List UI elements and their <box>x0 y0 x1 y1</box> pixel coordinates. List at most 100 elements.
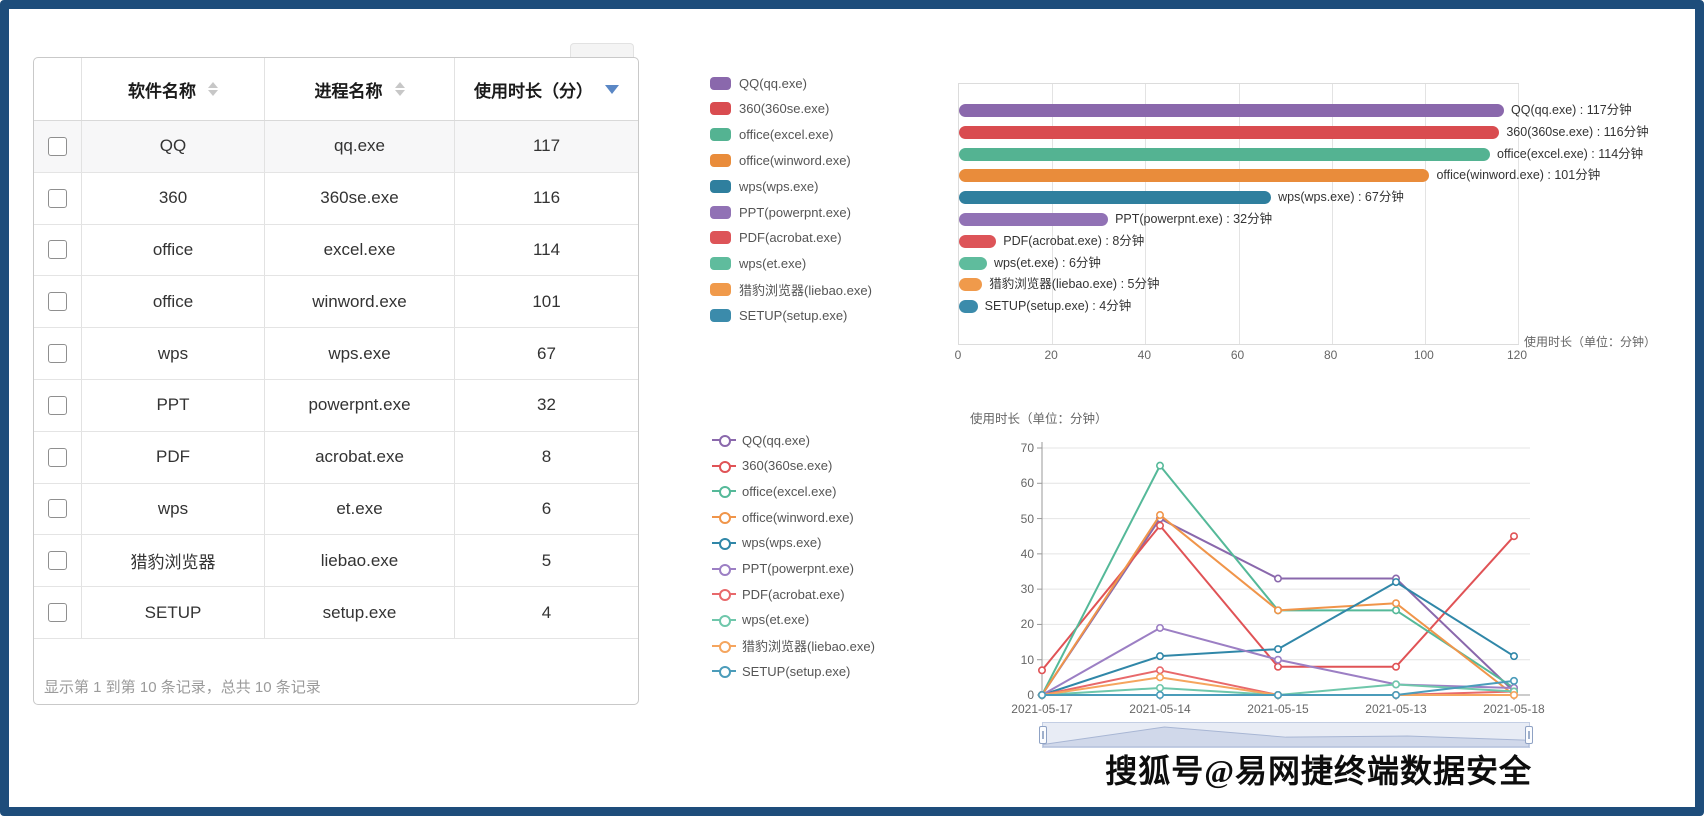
y-tick-label: 70 <box>1002 441 1034 455</box>
row-checkbox-cell <box>34 121 82 172</box>
table-header-minutes[interactable]: 使用时长（分） <box>455 58 638 120</box>
table-row[interactable]: wpswps.exe67 <box>34 328 638 380</box>
bar-value-label: office(winword.exe) : 101分钟 <box>1436 169 1600 182</box>
data-zoom-left-handle[interactable] <box>1039 726 1047 744</box>
table-row[interactable]: 360360se.exe116 <box>34 173 638 225</box>
row-checkbox[interactable] <box>48 137 67 156</box>
bar-value-label: office(excel.exe) : 114分钟 <box>1497 148 1643 161</box>
cell-minutes: 8 <box>455 432 638 483</box>
legend-swatch <box>710 283 731 296</box>
row-checkbox[interactable] <box>48 344 67 363</box>
row-checkbox[interactable] <box>48 292 67 311</box>
data-zoom-slider[interactable] <box>1042 722 1530 748</box>
data-point <box>1157 462 1163 468</box>
data-point <box>1157 692 1163 698</box>
table-header-process[interactable]: 进程名称 <box>265 58 455 120</box>
legend-swatch <box>710 309 731 322</box>
cell-minutes: 32 <box>455 380 638 431</box>
bar-legend-item[interactable]: SETUP(setup.exe) <box>710 307 847 323</box>
cell-minutes: 116 <box>455 173 638 224</box>
bar-value-label: wps(et.exe) : 6分钟 <box>994 257 1101 270</box>
x-tick-label: 2021-05-14 <box>1114 702 1206 716</box>
cell-software-name: PPT <box>82 380 265 431</box>
table-header-checkbox-cell <box>34 58 82 120</box>
data-point <box>1157 674 1163 680</box>
data-point <box>1157 653 1163 659</box>
cell-process-name: et.exe <box>265 484 455 535</box>
cell-software-name: 猎豹浏览器 <box>82 535 265 586</box>
bar-5 <box>959 213 1108 226</box>
cell-minutes: 114 <box>455 225 638 276</box>
data-point <box>1275 575 1281 581</box>
bar-chart-axis-title: 使用时长（单位：分钟） <box>1524 333 1656 350</box>
data-point <box>1157 512 1163 518</box>
sort-updown-icon[interactable] <box>208 82 218 96</box>
data-zoom-area-shape <box>1043 727 1529 747</box>
sort-down-arrow <box>395 90 405 96</box>
legend-swatch <box>710 128 731 141</box>
data-point <box>1275 692 1281 698</box>
bar-9 <box>959 300 978 313</box>
legend-swatch <box>710 180 731 193</box>
data-point <box>1157 522 1163 528</box>
row-checkbox[interactable] <box>48 603 67 622</box>
row-checkbox[interactable] <box>48 189 67 208</box>
row-checkbox[interactable] <box>48 396 67 415</box>
data-point <box>1393 600 1399 606</box>
bar-legend-item[interactable]: office(excel.exe) <box>710 127 833 143</box>
bar-value-label: PPT(powerpnt.exe) : 32分钟 <box>1115 213 1272 226</box>
bar-legend-item[interactable]: PPT(powerpnt.exe) <box>710 204 851 220</box>
table-row[interactable]: SETUPsetup.exe4 <box>34 587 638 639</box>
legend-label: PPT(powerpnt.exe) <box>739 205 851 220</box>
data-point <box>1039 667 1045 673</box>
bar-2 <box>959 148 1490 161</box>
row-checkbox-cell <box>34 380 82 431</box>
legend-label: QQ(qq.exe) <box>739 76 807 91</box>
bar-legend-item[interactable]: PDF(acrobat.exe) <box>710 230 842 246</box>
legend-swatch <box>710 231 731 244</box>
row-checkbox[interactable] <box>48 240 67 259</box>
row-checkbox[interactable] <box>48 499 67 518</box>
row-checkbox[interactable] <box>48 551 67 570</box>
table-pagination-info: 显示第 1 到第 10 条记录，总共 10 条记录 <box>44 676 321 697</box>
data-point <box>1039 692 1045 698</box>
bar-legend-item[interactable]: office(winword.exe) <box>710 152 851 168</box>
data-point <box>1275 664 1281 670</box>
table-row[interactable]: officeexcel.exe114 <box>34 225 638 277</box>
legend-swatch <box>710 206 731 219</box>
bar-legend-item[interactable]: wps(wps.exe) <box>710 178 818 194</box>
table-header-software[interactable]: 软件名称 <box>82 58 265 120</box>
gridline <box>1332 84 1333 344</box>
bar-legend-item[interactable]: wps(et.exe) <box>710 256 806 272</box>
x-tick-label: 2021-05-15 <box>1232 702 1324 716</box>
cell-software-name: 360 <box>82 173 265 224</box>
bar-8 <box>959 278 982 291</box>
bar-legend-item[interactable]: 360(360se.exe) <box>710 101 829 117</box>
table-row[interactable]: PDFacrobat.exe8 <box>34 432 638 484</box>
legend-swatch <box>710 257 731 270</box>
table-row[interactable]: officewinword.exe101 <box>34 276 638 328</box>
data-point <box>1511 678 1517 684</box>
row-checkbox[interactable] <box>48 448 67 467</box>
table-row[interactable]: PPTpowerpnt.exe32 <box>34 380 638 432</box>
sort-updown-icon[interactable] <box>395 82 405 96</box>
x-tick-label: 2021-05-13 <box>1350 702 1442 716</box>
sort-up-arrow <box>395 82 405 88</box>
bar-legend-item[interactable]: QQ(qq.exe) <box>710 75 807 91</box>
column-label: 进程名称 <box>315 77 383 102</box>
bar-legend-item[interactable]: 猎豹浏览器(liebao.exe) <box>710 281 872 297</box>
table-row[interactable]: QQqq.exe117 <box>34 121 638 173</box>
cell-process-name: qq.exe <box>265 121 455 172</box>
data-point <box>1393 692 1399 698</box>
sort-desc-icon[interactable] <box>605 85 619 94</box>
x-tick-label: 2021-05-18 <box>1468 702 1560 716</box>
column-label: 使用时长（分） <box>474 77 593 102</box>
table-row[interactable]: 猎豹浏览器liebao.exe5 <box>34 535 638 587</box>
legend-swatch <box>710 154 731 167</box>
cell-minutes: 5 <box>455 535 638 586</box>
cell-minutes: 101 <box>455 276 638 327</box>
data-zoom-right-handle[interactable] <box>1525 726 1533 744</box>
cell-process-name: powerpnt.exe <box>265 380 455 431</box>
x-tick-label: 20 <box>1029 348 1073 362</box>
table-row[interactable]: wpset.exe6 <box>34 484 638 536</box>
